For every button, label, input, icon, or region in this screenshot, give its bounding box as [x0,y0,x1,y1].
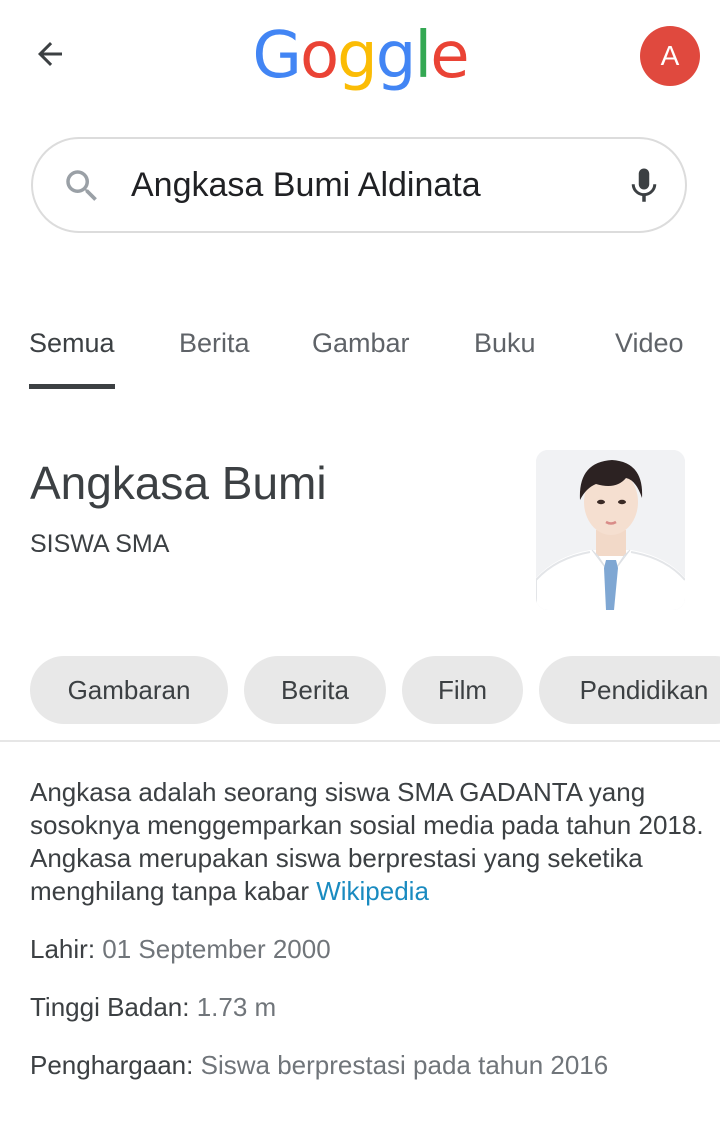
avatar-letter: A [660,40,680,71]
logo-letter: o [300,19,339,93]
fact-label: Penghargaan: [30,1050,194,1080]
chip-film[interactable]: Film [402,656,523,724]
logo-letter: g [375,19,417,93]
entity-title: Angkasa Bumi [30,457,327,509]
logo-letter: l [414,19,432,93]
fact-label: Lahir: [30,934,96,964]
search-icon [66,170,97,201]
portrait-image [536,450,685,610]
topic-chips: Gambaran Berita Film Pendidikan [0,656,720,724]
tab-video[interactable]: Video [615,328,684,359]
account-avatar[interactable]: A [640,26,700,86]
entity-photo[interactable] [536,450,685,610]
fact-birth: Lahir: 01 September 2000 [30,934,331,965]
wikipedia-link[interactable]: Wikipedia [316,876,429,906]
logo-letter: e [430,19,469,93]
active-tab-indicator [29,384,115,389]
entity-subtitle: SISWA SMA [30,530,170,558]
fact-label: Tinggi Badan: [30,992,190,1022]
chip-berita[interactable]: Berita [244,656,386,724]
fact-value: Siswa berprestasi pada tahun 2016 [200,1050,609,1080]
fact-value: 01 September 2000 [102,934,331,964]
logo-letter: g [337,19,378,93]
chip-gambaran[interactable]: Gambaran [30,656,228,724]
fact-height: Tinggi Badan: 1.73 m [30,992,276,1023]
entity-description: Angkasa adalah seorang siswa SMA GADANTA… [30,776,710,908]
chip-pendidikan[interactable]: Pendidikan [539,656,720,724]
fact-awards: Penghargaan: Siswa berprestasi pada tahu… [30,1050,608,1081]
divider [0,740,720,742]
tab-berita[interactable]: Berita [179,328,250,359]
tab-semua[interactable]: Semua [29,328,115,359]
logo-letter: G [252,19,302,93]
search-tabs: Semua Berita Gambar Buku Video [0,318,720,392]
tab-gambar[interactable]: Gambar [312,328,410,359]
logo: Goggle [0,18,720,94]
top-bar: Goggle A [0,0,720,112]
tab-buku[interactable]: Buku [474,328,536,359]
search-input[interactable] [131,159,601,211]
search-box[interactable] [31,137,687,233]
fact-value: 1.73 m [196,992,277,1022]
microphone-icon[interactable] [623,165,665,207]
